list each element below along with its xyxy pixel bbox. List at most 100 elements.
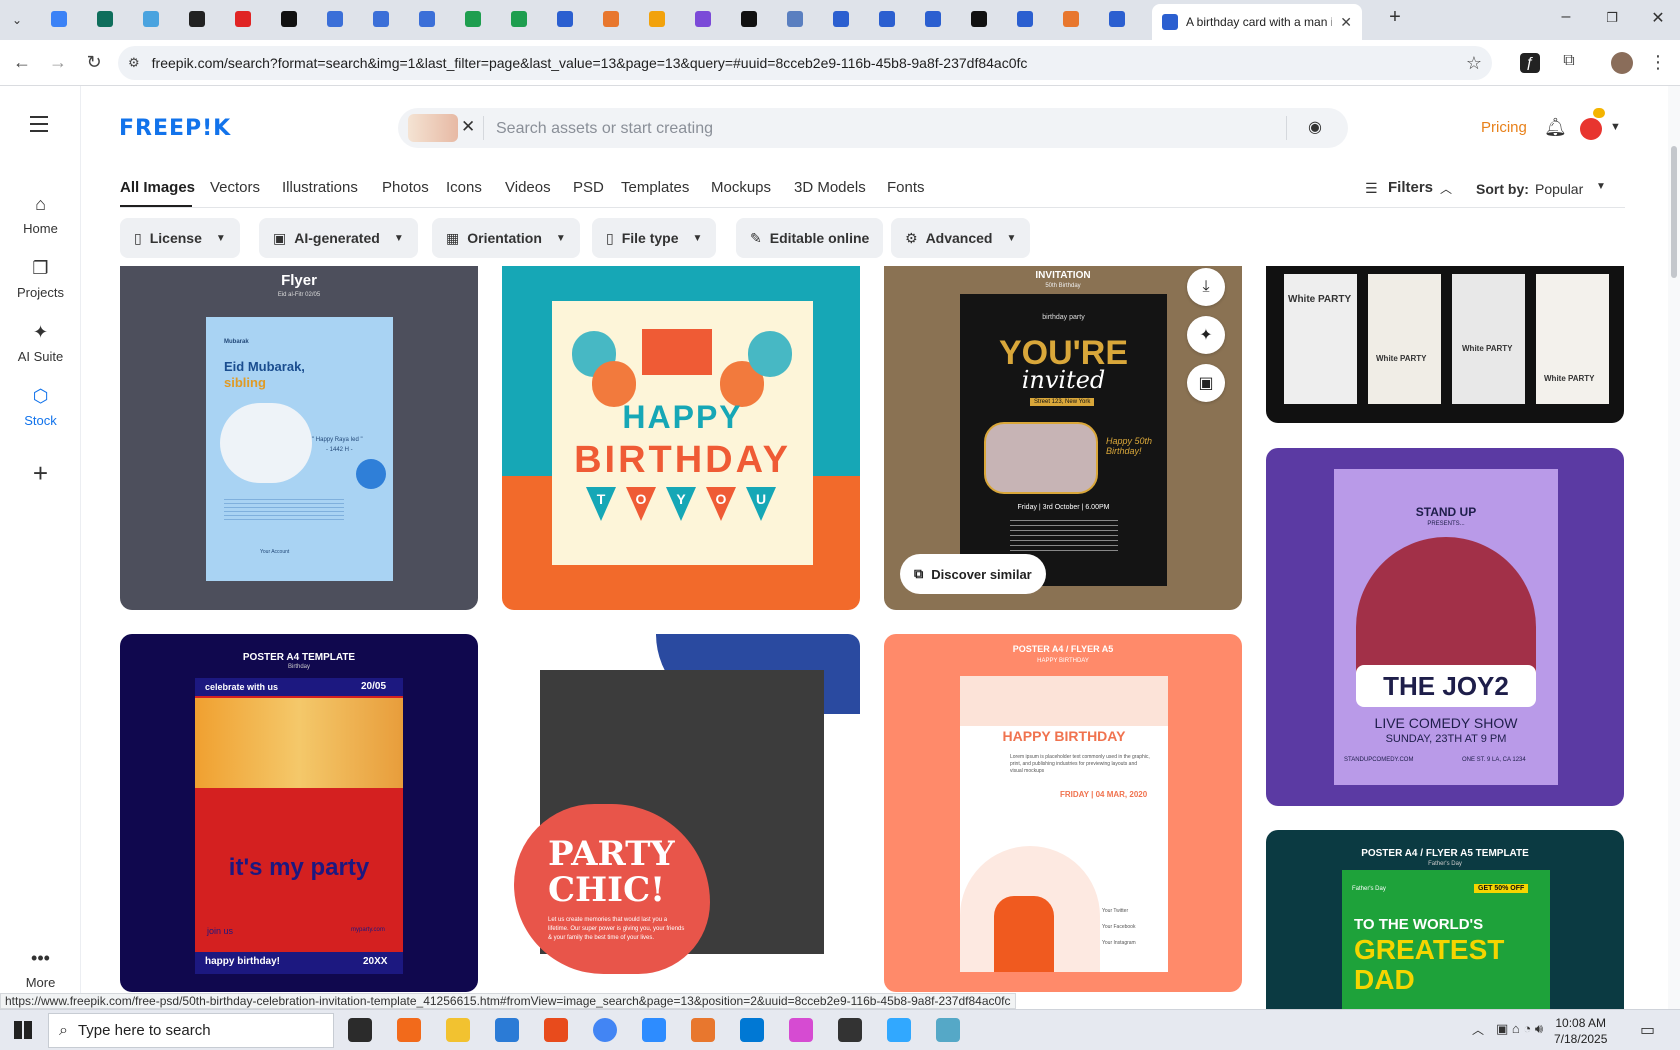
filter-chip-orientation[interactable]: ▦ Orientation ▼ — [432, 218, 580, 258]
reload-icon[interactable]: ↻ — [82, 52, 106, 73]
new-tab-button[interactable]: + — [1380, 6, 1410, 29]
rail-item-home[interactable]: ⌂ Home — [0, 194, 81, 236]
creative-cloud-icon[interactable] — [789, 1018, 813, 1042]
pen-icon[interactable] — [838, 1018, 862, 1042]
card-50th-invitation[interactable]: INVITATION 50th Birthday birthday party … — [884, 266, 1242, 610]
chevron-up-icon[interactable]: ︿ — [1440, 180, 1452, 197]
search-bar[interactable]: ✕ Search assets or start creating ◉ — [398, 108, 1348, 148]
page-scrollbar[interactable] — [1668, 86, 1680, 1009]
add-button[interactable]: + — [0, 458, 81, 489]
pinned-tab[interactable] — [649, 11, 665, 27]
active-tab[interactable]: A birthday card with a man in a ✕ — [1152, 4, 1362, 40]
bookmark-star-icon[interactable]: ☆ — [1466, 53, 1482, 74]
pinned-tab[interactable] — [925, 11, 941, 27]
pinned-tab[interactable] — [603, 11, 619, 27]
category-tab[interactable]: Mockups — [711, 179, 771, 196]
minimize-button[interactable]: – — [1551, 8, 1581, 26]
pinned-tab[interactable] — [51, 11, 67, 27]
freepik-logo[interactable]: FREEP!K — [119, 116, 231, 141]
restore-button[interactable]: ❐ — [1597, 10, 1627, 26]
filter-chip-editable-online[interactable]: ✎ Editable online — [736, 218, 884, 258]
card-greatest-dad[interactable]: POSTER A4 / FLYER A5 TEMPLATE Father's D… — [1266, 830, 1624, 1010]
filter-chip-advanced[interactable]: ⚙ Advanced ▼ — [891, 218, 1031, 258]
download-icon[interactable]: ⤓ — [1187, 268, 1225, 306]
card-eid-flyer[interactable]: Flyer Eid al-Fitr 02/05 Mubarak Eid Muba… — [120, 266, 478, 610]
card-kid-birthday[interactable]: POSTER A4 / FLYER A5 HAPPY BIRTHDAY HAPP… — [884, 634, 1242, 992]
sort-chevron-icon[interactable]: ▼ — [1596, 181, 1606, 192]
pinned-tab[interactable] — [143, 11, 159, 27]
address-bar[interactable]: ⚙ freepik.com/search?format=search&img=1… — [118, 46, 1492, 80]
pinned-tab[interactable] — [971, 11, 987, 27]
pinned-tab[interactable] — [1017, 11, 1033, 27]
task-view-icon[interactable] — [348, 1018, 372, 1042]
search-input[interactable]: Search assets or start creating — [496, 120, 713, 138]
forward-arrow-icon[interactable]: → — [46, 52, 70, 73]
pinned-tab[interactable] — [327, 11, 343, 27]
illustrator-icon[interactable] — [544, 1018, 568, 1042]
category-tab[interactable]: PSD — [573, 179, 604, 196]
notification-icon[interactable]: ▭ — [1640, 1020, 1655, 1040]
filter-chip-file-type[interactable]: ▯ File type ▼ — [592, 218, 717, 258]
pinned-tab[interactable] — [97, 11, 113, 27]
zoom-icon[interactable] — [642, 1018, 666, 1042]
browser-menu-icon[interactable]: ⋮ — [1646, 52, 1670, 73]
pinned-tab[interactable] — [281, 11, 297, 27]
site-info-icon[interactable]: ⚙ — [128, 55, 140, 71]
rail-item-projects[interactable]: ❐ Projects — [0, 258, 81, 300]
vscode-icon[interactable] — [495, 1018, 519, 1042]
category-tab[interactable]: Icons — [446, 179, 482, 196]
camera-icon[interactable]: ◉ — [1308, 117, 1322, 137]
card-white-party[interactable]: White PARTY White PARTY White PARTY Whit… — [1266, 266, 1624, 423]
clear-image-icon[interactable]: ✕ — [461, 117, 475, 137]
pricing-link[interactable]: Pricing — [1481, 119, 1527, 136]
account-chevron-icon[interactable]: ▼ — [1610, 121, 1621, 133]
app-icon[interactable] — [936, 1018, 960, 1042]
card-its-my-party[interactable]: POSTER A4 TEMPLATE Birthday celebrate wi… — [120, 634, 478, 992]
pinned-tab[interactable] — [879, 11, 895, 27]
category-tab[interactable]: All Images — [120, 179, 195, 196]
photoshop-icon[interactable] — [887, 1018, 911, 1042]
category-tab[interactable]: Illustrations — [282, 179, 358, 196]
pinned-tab[interactable] — [511, 11, 527, 27]
pinned-tab[interactable] — [741, 11, 757, 27]
outlook-icon[interactable] — [740, 1018, 764, 1042]
xampp-icon[interactable] — [691, 1018, 715, 1042]
ai-edit-icon[interactable]: ✦ — [1187, 316, 1225, 354]
rail-item-ai-suite[interactable]: ✦ AI Suite — [0, 322, 81, 364]
pinned-tab[interactable] — [419, 11, 435, 27]
category-tab[interactable]: Templates — [621, 179, 689, 196]
taskbar-clock[interactable]: 10:08 AM 7/18/2025 — [1554, 1015, 1607, 1047]
close-tab-icon[interactable]: ✕ — [1340, 14, 1352, 31]
pinned-tab[interactable] — [235, 11, 251, 27]
rail-item-more[interactable]: ••• More — [0, 948, 81, 990]
discover-similar-button[interactable]: ⧉ Discover similar — [900, 554, 1046, 594]
file-explorer-icon[interactable] — [446, 1018, 470, 1042]
bell-icon[interactable]: 🔔︎ — [1544, 117, 1567, 138]
pinned-tab[interactable] — [1063, 11, 1079, 27]
tray-chevron-icon[interactable]: ︿ — [1472, 1021, 1484, 1038]
category-tab[interactable]: Videos — [505, 179, 551, 196]
rail-item-stock[interactable]: ⬡ Stock — [0, 386, 81, 428]
windows-start-icon[interactable] — [14, 1021, 32, 1039]
close-window-button[interactable]: ✕ — [1643, 8, 1673, 28]
chrome-icon[interactable] — [593, 1018, 617, 1042]
tray-icons[interactable]: ▣ ⌂ ◔ 🔊︎ — [1496, 1021, 1543, 1037]
scrollbar-thumb[interactable] — [1671, 146, 1677, 278]
pinned-tab[interactable] — [557, 11, 573, 27]
taskbar-search[interactable]: ⌕ Type here to search — [48, 1013, 334, 1048]
profile-avatar[interactable] — [1611, 52, 1633, 74]
pinned-tab[interactable] — [787, 11, 803, 27]
category-tab[interactable]: Photos — [382, 179, 429, 196]
card-happy-birthday[interactable]: HAPPY BIRTHDAY TOYOU — [502, 266, 860, 610]
extensions-puzzle-icon[interactable]: ⧉ — [1557, 52, 1581, 70]
sort-select[interactable]: Popular — [1535, 181, 1583, 197]
pinned-tab[interactable] — [465, 11, 481, 27]
user-avatar[interactable] — [1580, 118, 1602, 140]
category-tab[interactable]: 3D Models — [794, 179, 866, 196]
extension-icon[interactable]: ƒ — [1520, 53, 1540, 73]
save-to-folder-icon[interactable]: ▣ — [1187, 364, 1225, 402]
pinned-tab[interactable] — [189, 11, 205, 27]
pinned-tab[interactable] — [695, 11, 711, 27]
card-stand-up[interactable]: STAND UP PRESENTS... THE JOY2 LIVE COMED… — [1266, 448, 1624, 806]
tab-search-button[interactable]: ⌄ — [12, 13, 26, 27]
